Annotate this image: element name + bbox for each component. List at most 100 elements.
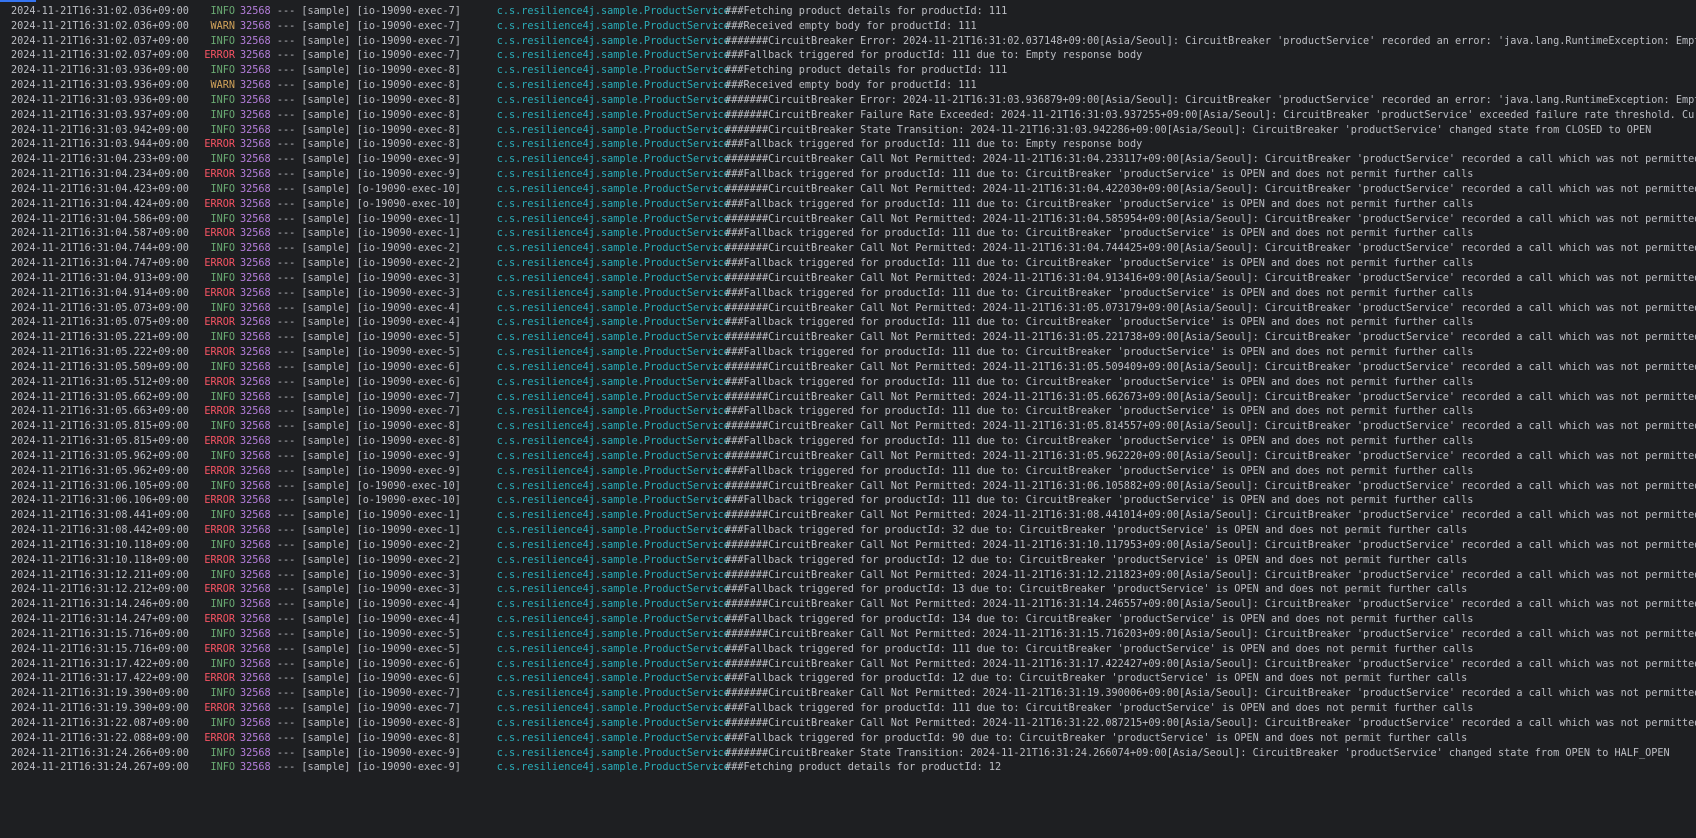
log-logger: c.s.resilience4j.sample.ProductService — [496, 643, 730, 655]
log-line[interactable]: 2024-11-21T16:31:24.267+09:00 INFO 32568 … — [11, 760, 1001, 776]
log-app-name: [sample] — [301, 658, 351, 670]
log-logger: c.s.resilience4j.sample.ProductService — [496, 436, 730, 448]
log-line[interactable]: 2024-11-21T16:31:24.266+09:00 INFO 32568 … — [11, 746, 1670, 762]
log-timestamp: 2024-11-21T16:31:05.509+09:00 — [11, 361, 189, 373]
log-separator: --- — [276, 747, 296, 759]
log-line[interactable]: 2024-11-21T16:31:05.815+09:00 INFO 32568 … — [11, 419, 1696, 435]
log-line[interactable]: 2024-11-21T16:31:03.936+09:00 INFO 32568 … — [11, 93, 1696, 109]
log-app-name: [sample] — [301, 510, 351, 522]
log-line[interactable]: 2024-11-21T16:31:03.936+09:00 INFO 32568 … — [11, 63, 1007, 79]
log-line[interactable]: 2024-11-21T16:31:14.247+09:00 ERROR 32568… — [11, 612, 1473, 628]
log-line[interactable]: 2024-11-21T16:31:06.106+09:00 ERROR 32568… — [11, 493, 1473, 509]
log-line[interactable]: 2024-11-21T16:31:14.246+09:00 INFO 32568 … — [11, 597, 1696, 613]
log-timestamp: 2024-11-21T16:31:04.424+09:00 — [11, 198, 189, 210]
log-line[interactable]: 2024-11-21T16:31:17.422+09:00 ERROR 32568… — [11, 671, 1467, 687]
log-line[interactable]: 2024-11-21T16:31:05.073+09:00 INFO 32568 … — [11, 301, 1696, 317]
log-line[interactable]: 2024-11-21T16:31:02.036+09:00 INFO 32568 … — [11, 4, 1007, 20]
log-line[interactable]: 2024-11-21T16:31:05.221+09:00 INFO 32568 … — [11, 330, 1696, 346]
log-line[interactable]: 2024-11-21T16:31:22.088+09:00 ERROR 32568… — [11, 731, 1467, 747]
log-line[interactable]: 2024-11-21T16:31:08.442+09:00 ERROR 32568… — [11, 523, 1467, 539]
log-thread: [io-19090-exec-3] — [356, 272, 461, 284]
log-logger: c.s.resilience4j.sample.ProductService — [496, 510, 730, 522]
log-line[interactable]: 2024-11-21T16:31:05.075+09:00 ERROR 32568… — [11, 315, 1473, 331]
log-thread: [io-19090-exec-1] — [356, 525, 461, 537]
log-line[interactable]: 2024-11-21T16:31:04.423+09:00 INFO 32568 … — [11, 182, 1696, 198]
log-separator: --- — [276, 480, 296, 492]
log-app-name: [sample] — [301, 287, 351, 299]
log-pid: 32568 — [240, 747, 271, 759]
log-line[interactable]: 2024-11-21T16:31:08.441+09:00 INFO 32568 … — [11, 508, 1696, 524]
log-line[interactable]: 2024-11-21T16:31:10.118+09:00 INFO 32568 … — [11, 538, 1696, 554]
log-line[interactable]: 2024-11-21T16:31:03.937+09:00 INFO 32568 … — [11, 108, 1696, 124]
log-line[interactable]: 2024-11-21T16:31:02.036+09:00 WARN 32568 … — [11, 19, 977, 35]
log-timestamp: 2024-11-21T16:31:15.716+09:00 — [11, 643, 189, 655]
log-thread: [io-19090-exec-8] — [356, 436, 461, 448]
log-line[interactable]: 2024-11-21T16:31:04.424+09:00 ERROR 32568… — [11, 197, 1473, 213]
log-level: ERROR — [204, 525, 236, 537]
log-line[interactable]: 2024-11-21T16:31:04.744+09:00 INFO 32568 … — [11, 241, 1696, 257]
log-logger: c.s.resilience4j.sample.ProductService — [496, 480, 730, 492]
log-pid: 32568 — [240, 109, 271, 121]
log-thread: [io-19090-exec-8] — [356, 139, 461, 151]
log-thread: [io-19090-exec-4] — [356, 599, 461, 611]
log-pid: 32568 — [240, 124, 271, 136]
log-line[interactable]: 2024-11-21T16:31:05.662+09:00 INFO 32568 … — [11, 390, 1696, 406]
log-pid: 32568 — [240, 391, 271, 403]
log-timestamp: 2024-11-21T16:31:10.118+09:00 — [11, 554, 189, 566]
log-line[interactable]: 2024-11-21T16:31:03.936+09:00 WARN 32568 … — [11, 78, 977, 94]
log-timestamp: 2024-11-21T16:31:04.586+09:00 — [11, 213, 189, 225]
log-line[interactable]: 2024-11-21T16:31:15.716+09:00 INFO 32568 … — [11, 627, 1696, 643]
log-line[interactable]: 2024-11-21T16:31:10.118+09:00 ERROR 32568… — [11, 553, 1467, 569]
log-line[interactable]: 2024-11-21T16:31:03.942+09:00 INFO 32568 … — [11, 123, 1651, 139]
log-separator: --- — [276, 703, 296, 714]
log-line[interactable]: 2024-11-21T16:31:12.212+09:00 ERROR 32568… — [11, 582, 1467, 598]
log-thread: [io-19090-exec-6] — [356, 376, 461, 388]
log-line[interactable]: 2024-11-21T16:31:15.716+09:00 ERROR 32568… — [11, 642, 1473, 658]
log-app-name: [sample] — [301, 361, 351, 373]
log-line[interactable]: 2024-11-21T16:31:04.913+09:00 INFO 32568 … — [11, 271, 1696, 287]
log-line[interactable]: 2024-11-21T16:31:06.105+09:00 INFO 32568 … — [11, 479, 1696, 495]
log-line[interactable]: 2024-11-21T16:31:04.914+09:00 ERROR 32568… — [11, 286, 1473, 302]
log-app-name: [sample] — [301, 391, 351, 403]
log-line[interactable]: 2024-11-21T16:31:05.962+09:00 INFO 32568 … — [11, 449, 1696, 465]
log-line[interactable]: 2024-11-21T16:31:02.037+09:00 ERROR 32568… — [11, 48, 1142, 64]
log-line[interactable]: 2024-11-21T16:31:17.422+09:00 INFO 32568 … — [11, 657, 1696, 673]
log-line[interactable]: 2024-11-21T16:31:02.037+09:00 INFO 32568 … — [11, 34, 1696, 50]
log-separator: --- — [276, 614, 296, 626]
log-line[interactable]: 2024-11-21T16:31:19.390+09:00 ERROR 32568… — [11, 701, 1473, 717]
log-line[interactable]: 2024-11-21T16:31:05.222+09:00 ERROR 32568… — [11, 345, 1473, 361]
log-separator: --- — [276, 643, 296, 655]
log-line[interactable]: 2024-11-21T16:31:19.390+09:00 INFO 32568 … — [11, 686, 1696, 702]
log-timestamp: 2024-11-21T16:31:04.914+09:00 — [11, 287, 189, 299]
log-level: INFO — [210, 154, 236, 166]
log-line[interactable]: 2024-11-21T16:31:05.962+09:00 ERROR 32568… — [11, 464, 1473, 480]
log-line[interactable]: 2024-11-21T16:31:05.509+09:00 INFO 32568 … — [11, 360, 1696, 376]
log-timestamp: 2024-11-21T16:31:04.913+09:00 — [11, 272, 189, 284]
log-pid: 32568 — [240, 703, 271, 714]
log-line[interactable]: 2024-11-21T16:31:22.087+09:00 INFO 32568 … — [11, 716, 1696, 732]
log-line[interactable]: 2024-11-21T16:31:04.586+09:00 INFO 32568 … — [11, 212, 1696, 228]
console-log-view[interactable]: 2024-11-21T16:31:02.036+09:00 INFO 32568 … — [0, 0, 1696, 838]
log-thread: [io-19090-exec-7] — [356, 391, 461, 403]
log-logger: c.s.resilience4j.sample.ProductService — [496, 599, 730, 611]
log-app-name: [sample] — [301, 673, 351, 685]
log-app-name: [sample] — [301, 480, 351, 492]
log-separator: --- — [276, 525, 296, 537]
log-line[interactable]: 2024-11-21T16:31:04.233+09:00 INFO 32568 … — [11, 152, 1696, 168]
log-line[interactable]: 2024-11-21T16:31:03.944+09:00 ERROR 32568… — [11, 137, 1142, 153]
log-separator: --- — [276, 376, 296, 388]
log-line[interactable]: 2024-11-21T16:31:05.663+09:00 ERROR 32568… — [11, 404, 1473, 420]
log-separator: --- — [276, 6, 296, 17]
log-line[interactable]: 2024-11-21T16:31:05.512+09:00 ERROR 32568… — [11, 375, 1473, 391]
log-line[interactable]: 2024-11-21T16:31:04.747+09:00 ERROR 32568… — [11, 256, 1473, 272]
log-level: ERROR — [204, 169, 236, 181]
log-line[interactable]: 2024-11-21T16:31:05.815+09:00 ERROR 32568… — [11, 434, 1473, 450]
log-line[interactable]: 2024-11-21T16:31:04.587+09:00 ERROR 32568… — [11, 226, 1473, 242]
log-line[interactable]: 2024-11-21T16:31:12.211+09:00 INFO 32568 … — [11, 568, 1696, 584]
log-line[interactable]: 2024-11-21T16:31:04.234+09:00 ERROR 32568… — [11, 167, 1473, 183]
log-thread: [io-19090-exec-8] — [356, 421, 461, 433]
log-level: ERROR — [204, 495, 236, 507]
log-separator: --- — [276, 539, 296, 551]
log-pid: 32568 — [240, 525, 271, 537]
log-level: INFO — [210, 510, 236, 522]
